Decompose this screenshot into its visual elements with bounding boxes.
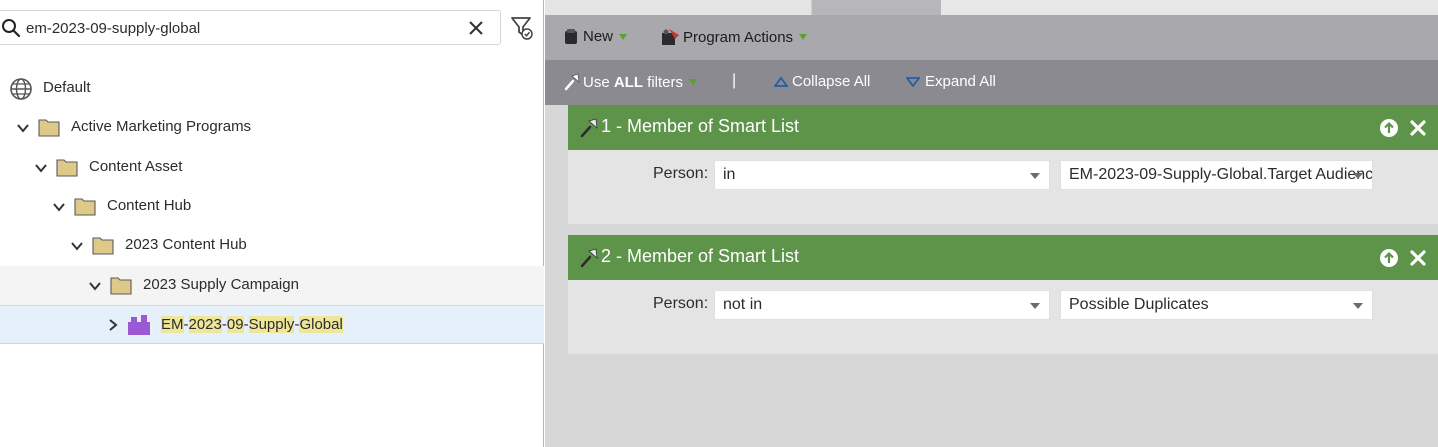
tree-item-label: Active Marketing Programs bbox=[71, 118, 252, 135]
arrow-up-circle-icon[interactable] bbox=[1379, 118, 1399, 138]
use-bold: ALL bbox=[613, 73, 644, 91]
operator-select[interactable]: not in bbox=[714, 290, 1050, 320]
folder-icon bbox=[74, 198, 96, 216]
collapse-all-button[interactable]: Collapse All bbox=[774, 73, 870, 90]
chevron-down-icon bbox=[1030, 173, 1040, 179]
expand-triangle-icon bbox=[906, 76, 920, 87]
use-suffix: filters bbox=[643, 73, 684, 91]
dropdown-arrow-icon bbox=[799, 34, 808, 40]
chevron-down-icon[interactable] bbox=[34, 161, 48, 175]
dropdown-arrow-icon bbox=[619, 33, 628, 40]
collapse-triangle-icon bbox=[774, 76, 788, 87]
program-actions-label: Program Actions bbox=[683, 28, 794, 46]
folder-icon bbox=[56, 159, 78, 177]
tab[interactable] bbox=[545, 0, 812, 15]
folder-icon bbox=[38, 119, 60, 137]
folder-icon bbox=[92, 237, 114, 255]
tree-item-label: 2023 Content Hub bbox=[125, 236, 247, 253]
tree-item-label: Default bbox=[43, 79, 91, 96]
search-match: 2023 bbox=[188, 316, 222, 333]
expand-all-button[interactable]: Expand All bbox=[906, 73, 996, 90]
filter-toolbar: Use ALL filters | Collapse All Expand Al… bbox=[545, 60, 1438, 105]
tree-item-default[interactable]: Default bbox=[0, 69, 544, 108]
chevron-down-icon[interactable] bbox=[88, 279, 102, 293]
filter-header: 2 - Member of Smart List bbox=[568, 235, 1438, 280]
globe-icon bbox=[10, 78, 32, 100]
new-document-icon bbox=[565, 28, 577, 44]
close-icon[interactable] bbox=[1409, 249, 1427, 267]
filter-title: 2 - Member of Smart List bbox=[601, 246, 800, 266]
filter-header: 1 - Member of Smart List bbox=[568, 105, 1438, 150]
tree-item-label: 2023 Supply Campaign bbox=[143, 276, 299, 293]
search-icon bbox=[2, 19, 21, 38]
tab-strip bbox=[545, 0, 1438, 15]
tree-search-box bbox=[0, 10, 501, 45]
clear-search-close-icon[interactable] bbox=[466, 18, 486, 38]
operator-value: not in bbox=[723, 296, 763, 313]
smart-list-select[interactable]: EM-2023-09-Supply-Global.Target Audience bbox=[1060, 160, 1373, 190]
wrench-icon bbox=[564, 73, 580, 91]
tree-item-program-selected[interactable]: EM-2023-09-Supply-Global bbox=[0, 305, 544, 344]
program-actions-menu-button[interactable]: Program Actions bbox=[661, 28, 808, 46]
wrench-icon[interactable] bbox=[579, 118, 599, 138]
tree-item-folder[interactable]: 2023 Content Hub bbox=[0, 226, 544, 265]
toolbar-separator: | bbox=[732, 72, 737, 89]
program-toolbar: New Program Actions bbox=[545, 15, 1438, 60]
smart-list-editor: New Program Actions Use ALL filters | Co bbox=[545, 0, 1438, 447]
chevron-down-icon[interactable] bbox=[16, 121, 30, 135]
navigation-tree-panel: Default Active Marketing Programs Conten… bbox=[0, 0, 544, 447]
tree-item-folder[interactable]: Active Marketing Programs bbox=[0, 108, 544, 147]
wrench-icon[interactable] bbox=[579, 248, 599, 268]
tab-active[interactable] bbox=[812, 0, 941, 15]
filter-clear-icon[interactable] bbox=[510, 15, 536, 41]
search-match: 09 bbox=[226, 316, 244, 333]
new-menu-button[interactable]: New bbox=[564, 28, 628, 45]
operator-select[interactable]: in bbox=[714, 160, 1050, 190]
chevron-down-icon bbox=[1353, 303, 1363, 309]
filter-card: 2 - Member of Smart List Person: not in … bbox=[568, 235, 1438, 354]
search-match: Global bbox=[299, 316, 343, 333]
tree-item-label: Content Hub bbox=[107, 197, 192, 214]
new-label: New bbox=[583, 28, 614, 45]
tree-item-folder[interactable]: 2023 Supply Campaign bbox=[0, 266, 544, 305]
chevron-down-icon bbox=[1030, 303, 1040, 309]
smart-list-value: Possible Duplicates bbox=[1069, 296, 1209, 313]
person-label: Person: bbox=[653, 295, 709, 312]
filter-title: 1 - Member of Smart List bbox=[601, 116, 800, 136]
smart-list-value: EM-2023-09-Supply-Global.Target Audience bbox=[1069, 166, 1373, 183]
tree-item-folder[interactable]: Content Hub bbox=[0, 187, 544, 226]
arrow-up-circle-icon[interactable] bbox=[1379, 248, 1399, 268]
search-match: EM bbox=[161, 316, 184, 333]
use-all-filters-menu[interactable]: Use ALL filters bbox=[563, 73, 698, 91]
tree-item-label: EM-2023-09-Supply-Global bbox=[161, 316, 343, 333]
program-actions-icon bbox=[662, 29, 679, 45]
label-separator: - bbox=[243, 316, 249, 333]
label-separator: - bbox=[183, 316, 189, 333]
operator-value: in bbox=[723, 166, 736, 183]
smart-list-select[interactable]: Possible Duplicates bbox=[1060, 290, 1373, 320]
expand-all-label: Expand All bbox=[925, 73, 996, 90]
chevron-down-icon[interactable] bbox=[70, 239, 84, 253]
search-match: Supply bbox=[248, 316, 295, 333]
dropdown-arrow-icon bbox=[689, 79, 698, 85]
search-input[interactable] bbox=[26, 17, 456, 39]
chevron-down-icon[interactable] bbox=[52, 200, 66, 214]
person-label: Person: bbox=[653, 165, 709, 182]
chevron-down-icon bbox=[1353, 173, 1363, 179]
folder-icon bbox=[110, 277, 132, 295]
tree-item-label: Content Asset bbox=[89, 158, 183, 175]
program-icon bbox=[128, 315, 150, 335]
collapse-all-label: Collapse All bbox=[792, 73, 871, 90]
use-prefix: Use bbox=[583, 73, 614, 91]
filter-card: 1 - Member of Smart List Person: in EM-2… bbox=[568, 105, 1438, 224]
close-icon[interactable] bbox=[1409, 119, 1427, 137]
tree-item-folder[interactable]: Content Asset bbox=[0, 148, 544, 187]
chevron-right-icon[interactable] bbox=[106, 318, 120, 332]
